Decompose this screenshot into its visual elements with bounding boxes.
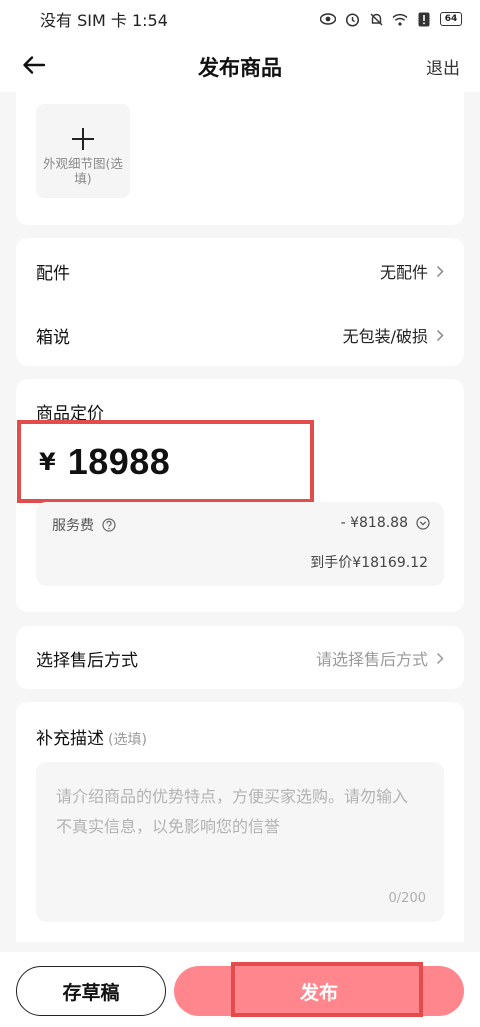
net-price: 到手价¥18169.12	[310, 555, 428, 571]
description-title: 补充描述 (选填)	[36, 724, 147, 749]
photo-card: 外观细节图(选填)	[16, 92, 464, 225]
page-title: 发布商品	[198, 56, 282, 80]
alarm-icon	[344, 11, 360, 27]
alert-icon	[416, 11, 432, 27]
description-optional: (选填)	[108, 732, 147, 748]
accessories-label: 配件	[36, 263, 70, 284]
box-manual-row[interactable]: 箱说 无包装/破损	[36, 315, 444, 355]
accessories-row[interactable]: 配件 无配件	[36, 251, 444, 291]
mute-icon	[368, 11, 384, 27]
price-input[interactable]: ¥ 18988	[17, 420, 314, 503]
after-sale-value-group: 请选择售后方式	[316, 646, 444, 670]
wifi-icon	[392, 11, 408, 27]
status-icons: 64	[320, 11, 462, 27]
currency-symbol: ¥	[39, 447, 56, 476]
save-draft-button[interactable]: 存草稿	[16, 966, 166, 1016]
price-value: 18988	[67, 440, 171, 482]
battery-icon: 64	[440, 12, 462, 26]
box-manual-label: 箱说	[36, 327, 70, 348]
carrier-time: 没有 SIM 卡 1:54	[40, 11, 168, 30]
exit-button[interactable]: 退出	[426, 54, 460, 79]
nav-bar: 发布商品 退出	[0, 38, 480, 92]
after-sale-card: 选择售后方式 请选择售后方式	[16, 626, 464, 689]
chevron-down-circle-icon	[416, 516, 430, 530]
description-textarea[interactable]: 请介绍商品的优势特点，方便买家选购。请勿输入不真实信息，以免影响您的信誉 0/2…	[36, 762, 444, 922]
pricing-card: 商品定价 ¥ 18988 服务费 - ¥818.88 到手价¥18169.12	[16, 379, 464, 612]
question-icon[interactable]	[102, 518, 116, 532]
bottom-action-bar: 存草稿 发布	[0, 952, 480, 1027]
battery-level: 64	[444, 14, 458, 24]
accessories-value-group: 无配件	[380, 259, 444, 283]
chevron-right-icon	[436, 265, 444, 277]
after-sale-placeholder: 请选择售后方式	[315, 650, 428, 669]
service-fee-value-group[interactable]: - ¥818.88	[341, 515, 430, 531]
chevron-right-icon	[436, 652, 444, 664]
service-fee-label-group: 服务费	[52, 515, 116, 535]
chevron-right-icon	[436, 329, 444, 341]
description-counter: 0/200	[388, 891, 426, 906]
after-sale-row[interactable]: 选择售后方式 请选择售后方式	[36, 638, 444, 678]
publish-button[interactable]: 发布	[174, 966, 464, 1016]
attributes-card: 配件 无配件 箱说 无包装/破损	[16, 238, 464, 366]
box-manual-value-group: 无包装/破损	[343, 323, 444, 347]
box-manual-value: 无包装/破损	[342, 327, 428, 346]
description-title-text: 补充描述	[36, 729, 104, 749]
after-sale-label: 选择售后方式	[36, 650, 138, 671]
upload-detail-photo-button[interactable]: 外观细节图(选填)	[36, 104, 130, 198]
service-fee-value: - ¥818.88	[340, 515, 408, 531]
accessories-value: 无配件	[379, 263, 428, 282]
service-fee-box: 服务费 - ¥818.88 到手价¥18169.12	[36, 502, 444, 586]
upload-label: 外观细节图(选填)	[43, 156, 123, 186]
eye-icon	[320, 11, 336, 27]
description-placeholder: 请介绍商品的优势特点，方便买家选购。请勿输入不真实信息，以免影响您的信誉	[56, 787, 409, 836]
service-fee-label: 服务费	[52, 518, 94, 534]
plus-icon	[72, 128, 94, 150]
status-bar: 没有 SIM 卡 1:54 64	[0, 0, 480, 38]
description-card: 补充描述 (选填) 请介绍商品的优势特点，方便买家选购。请勿输入不真实信息，以免影…	[16, 702, 464, 942]
